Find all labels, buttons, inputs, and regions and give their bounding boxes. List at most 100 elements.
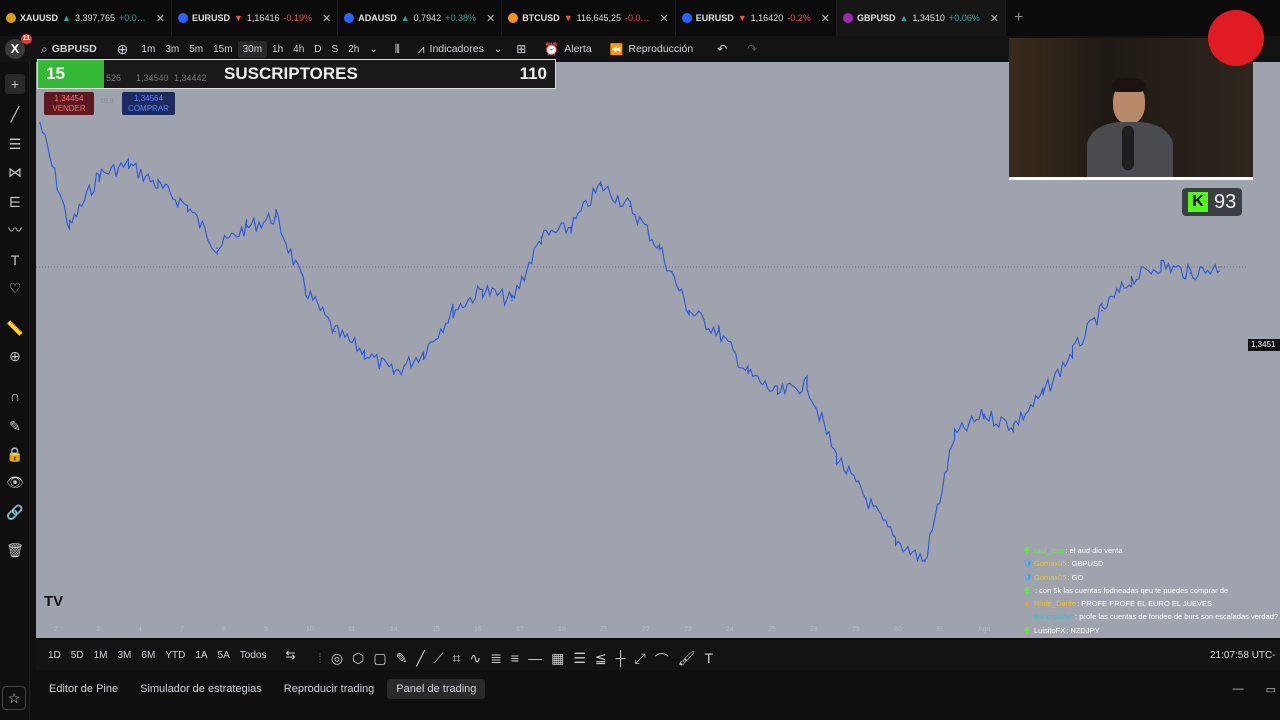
timeframe-30m[interactable]: 30m xyxy=(237,40,268,58)
minimize-icon[interactable]: — xyxy=(1233,683,1244,695)
fan-tool-icon[interactable]: ≦ xyxy=(595,650,607,674)
rectangle-tool-icon[interactable]: ▢ xyxy=(373,650,386,674)
alert-button[interactable]: Alerta xyxy=(564,43,591,55)
close-icon[interactable]: ✕ xyxy=(322,12,331,25)
lock-icon[interactable]: 🔒 xyxy=(5,444,25,464)
close-icon[interactable]: ✕ xyxy=(156,12,165,25)
circle-tool-icon[interactable]: ◎ xyxy=(331,650,343,674)
timeframe-d[interactable]: D xyxy=(309,41,326,58)
add-symbol-icon[interactable]: ⊕ xyxy=(117,41,129,58)
close-icon[interactable]: ✕ xyxy=(660,12,669,25)
trend-line-icon[interactable]: ╱ xyxy=(5,104,25,124)
link-icon[interactable]: 🔗 xyxy=(5,502,25,522)
range-6m[interactable]: 6M xyxy=(136,650,160,661)
wave-tool-icon[interactable]: ∿ xyxy=(469,650,481,674)
timeframe-15m[interactable]: 15m xyxy=(208,41,237,58)
indicators-button[interactable]: Indicadores xyxy=(430,43,484,55)
chevron-down-icon[interactable]: ⌄ xyxy=(364,41,382,58)
range-1m[interactable]: 1M xyxy=(89,650,113,661)
hline-tool-icon[interactable]: — xyxy=(528,650,542,674)
trash-icon[interactable]: 🗑 xyxy=(5,540,25,560)
timeframe-5m[interactable]: 5m xyxy=(184,41,208,58)
range-5a[interactable]: 5A xyxy=(213,650,235,661)
indicators-icon[interactable]: ⩘ xyxy=(418,42,425,57)
channel-tool-icon[interactable]: ≣ xyxy=(490,650,502,674)
tab-strategy-tester[interactable]: Simulador de estrategias xyxy=(131,679,271,699)
timeframe-2h[interactable]: 2h xyxy=(343,41,364,58)
time-tick-label: 17 xyxy=(516,626,524,633)
symbol-search[interactable]: GBPUSD xyxy=(52,43,97,55)
horizontal-lines-icon[interactable]: ☰ xyxy=(5,134,25,154)
star-icon[interactable]: ☆ xyxy=(2,686,26,710)
pen-tool-icon[interactable]: ✎ xyxy=(396,650,408,674)
x-logo-icon[interactable]: X 11 xyxy=(5,34,32,59)
replay-button[interactable]: Reproducción xyxy=(628,43,693,55)
heart-icon[interactable]: ♡ xyxy=(5,278,25,298)
tab-pine-editor[interactable]: Editor de Pine xyxy=(40,679,127,699)
buy-button[interactable]: 1,34564 COMPRAR xyxy=(122,92,175,115)
timeframe-1h[interactable]: 1h xyxy=(267,41,288,58)
close-icon[interactable]: ✕ xyxy=(486,12,495,25)
close-icon[interactable]: ✕ xyxy=(990,12,999,25)
ray-tool-icon[interactable]: ⟋ xyxy=(434,650,444,674)
text-tool-icon[interactable]: T xyxy=(705,650,714,674)
magnet-icon[interactable]: ∩ xyxy=(5,386,25,406)
new-tab-plus-icon[interactable]: + xyxy=(1014,9,1023,27)
text-icon[interactable]: T xyxy=(5,250,25,270)
crosshair-icon[interactable]: + xyxy=(5,74,25,94)
cross-line-icon[interactable]: ┼ xyxy=(616,650,626,674)
fib-tool-icon[interactable]: ☰ xyxy=(573,650,586,674)
eye-icon[interactable]: 👁 xyxy=(5,472,25,492)
range-all[interactable]: Todos xyxy=(235,650,272,661)
sell-button[interactable]: 1,34454 VENDER xyxy=(44,92,94,115)
node-tool-icon[interactable]: ⌗ xyxy=(453,650,461,674)
grid-tool-icon[interactable]: ▦ xyxy=(551,650,564,674)
time-tick-label: 18 xyxy=(558,626,566,633)
range-5d[interactable]: 5D xyxy=(66,650,89,661)
tab-replay-trading[interactable]: Reproducir trading xyxy=(275,679,384,699)
time-tick-label: 3 xyxy=(96,626,100,633)
timeframe-4h[interactable]: 4h xyxy=(288,41,309,58)
tab-5[interactable]: GBPUSD ▲ 1,34510 +0.06% ✕ xyxy=(836,0,1006,36)
tab-trading-panel[interactable]: Panel de trading xyxy=(387,679,486,699)
layout-grid-icon[interactable]: ⊞ xyxy=(516,42,526,56)
tab-2[interactable]: ADAUSD ▲ 0,7942 +0.38% ✕ xyxy=(338,0,503,36)
parallel-tool-icon[interactable]: ≡ xyxy=(511,650,519,674)
lock-drawing-icon[interactable]: ✎ xyxy=(5,416,25,436)
price-point xyxy=(1219,266,1221,268)
maximize-icon[interactable]: ▭ xyxy=(1266,683,1276,696)
patterns-icon[interactable]: 〰 xyxy=(5,220,25,240)
tab-3[interactable]: BTCUSD ▼ 116.645,25 -0.0… ✕ xyxy=(502,0,676,36)
range-3m[interactable]: 3M xyxy=(113,650,137,661)
brush-tool-icon[interactable]: 🖌 xyxy=(678,650,696,674)
search-icon[interactable]: ⌕ xyxy=(41,42,48,57)
polygon-tool-icon[interactable]: ⬡ xyxy=(352,650,364,674)
floating-drawing-toolbar: ⁞ ◎ ⬡ ▢ ✎ ╱ ⟋ ⌗ ∿ ≣ ≡ — ▦ ☰ ≦ ┼ ⤢ ⌒ 🖌 T xyxy=(318,650,713,674)
drag-handle-icon[interactable]: ⁞ xyxy=(318,650,322,674)
tab-1[interactable]: EURUSD ▼ 1,16416 -0.19% ✕ xyxy=(172,0,339,36)
measure-tool-icon[interactable]: ⤢ xyxy=(635,650,646,674)
tab-4[interactable]: EURUSD ▼ 1,16420 -0.2% ✕ xyxy=(676,0,837,36)
rewind-icon[interactable]: ⏪ xyxy=(610,43,624,56)
timeframe-1m[interactable]: 1m xyxy=(136,41,160,58)
redo-icon[interactable]: ↷ xyxy=(747,42,757,56)
alarm-clock-icon[interactable]: ⏰ xyxy=(544,42,559,56)
undo-icon[interactable]: ↶ xyxy=(717,42,727,56)
range-1a[interactable]: 1A xyxy=(190,650,212,661)
price-point xyxy=(776,393,779,395)
range-ytd[interactable]: YTD xyxy=(160,650,190,661)
timeframe-s[interactable]: S xyxy=(327,41,344,58)
line-tool-icon[interactable]: ╱ xyxy=(416,650,424,674)
timeframe-3m[interactable]: 3m xyxy=(160,41,184,58)
curve-tool-icon[interactable]: ⌒ xyxy=(655,650,669,674)
range-1d[interactable]: 1D xyxy=(43,650,66,661)
pitchfork-icon[interactable]: ⋈ xyxy=(5,162,25,182)
date-range-icon[interactable]: ⇆ xyxy=(285,648,295,662)
chevron-down-icon[interactable]: ⌄ xyxy=(494,44,502,55)
tab-0[interactable]: XAUUSD ▲ 3.397,765 +0.0… ✕ xyxy=(0,0,172,36)
close-icon[interactable]: ✕ xyxy=(821,12,830,25)
candle-type-icon[interactable]: ⫴ xyxy=(395,42,400,57)
ruler-icon[interactable]: 📏 xyxy=(5,318,25,338)
fib-icon[interactable]: ⋿ xyxy=(5,192,25,212)
zoom-icon[interactable]: ⊕ xyxy=(5,346,25,366)
